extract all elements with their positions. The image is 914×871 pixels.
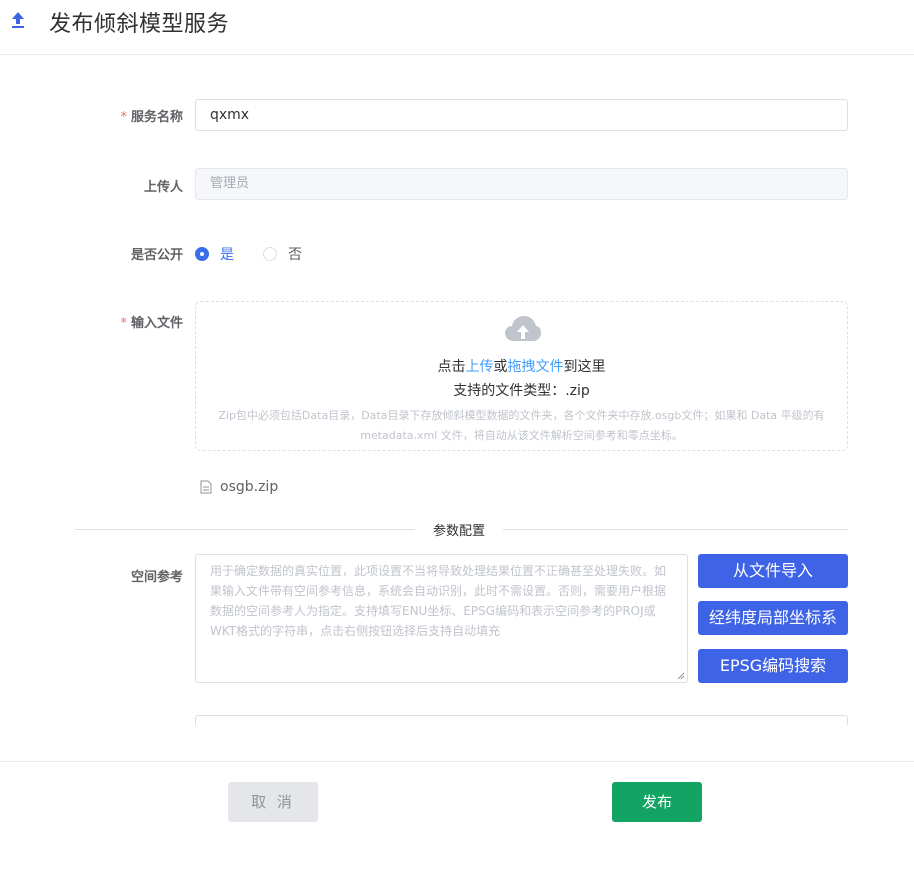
uploaded-file-name: osgb.zip	[220, 479, 279, 495]
service-name-input[interactable]: qxmx	[195, 99, 848, 131]
upload-link[interactable]: 上传	[466, 359, 494, 375]
drag-file-link[interactable]: 拖拽文件	[508, 359, 564, 375]
page-title: 发布倾斜模型服务	[49, 12, 230, 37]
import-from-file-button[interactable]: 从文件导入	[698, 554, 848, 588]
next-field-partial[interactable]	[195, 715, 848, 725]
params-divider-title: 参数配置	[415, 520, 504, 539]
dropzone-hint: Zip包中必须包括Data目录，Data目录下存放倾斜模型数据的文件夹，各个文件…	[218, 409, 825, 442]
dropzone-instruction: 点击上传或拖拽文件到这里	[437, 359, 606, 375]
cloud-upload-icon	[505, 316, 541, 341]
form-footer: 取 消 发布	[0, 761, 914, 871]
radio-checked-icon	[195, 247, 209, 261]
public-label: 是否公开	[130, 248, 183, 263]
page-header: 发布倾斜模型服务	[0, 0, 914, 55]
radio-unchecked-icon	[263, 247, 277, 261]
service-name-label: * 服务名称	[120, 110, 183, 125]
uploader-label: 上传人	[143, 180, 183, 195]
spatial-ref-label: 空间参考	[130, 570, 183, 585]
resize-handle-icon[interactable]	[677, 672, 685, 680]
publish-button[interactable]: 发布	[612, 782, 702, 822]
dropzone-file-types: 支持的文件类型：.zip	[453, 383, 590, 399]
document-icon	[200, 480, 212, 494]
public-radio-no[interactable]: 否	[263, 244, 302, 264]
cancel-button[interactable]: 取 消	[228, 782, 318, 822]
file-upload-dropzone[interactable]: 点击上传或拖拽文件到这里 支持的文件类型：.zip Zip包中必须包括Data目…	[195, 301, 848, 451]
upload-arrow-icon[interactable]	[10, 11, 26, 29]
spatial-ref-textarea[interactable]: 用于确定数据的真实位置，此项设置不当将导致处理结果位置不正确甚至处理失败。如果输…	[195, 554, 688, 683]
uploaded-file-item[interactable]: osgb.zip	[200, 479, 278, 495]
input-file-label: * 输入文件	[120, 316, 183, 331]
epsg-search-button[interactable]: EPSG编码搜索	[698, 649, 848, 683]
public-radio-yes[interactable]: 是	[195, 244, 234, 264]
uploader-input: 管理员	[195, 168, 848, 200]
latlon-local-crs-button[interactable]: 经纬度局部坐标系	[698, 601, 848, 635]
